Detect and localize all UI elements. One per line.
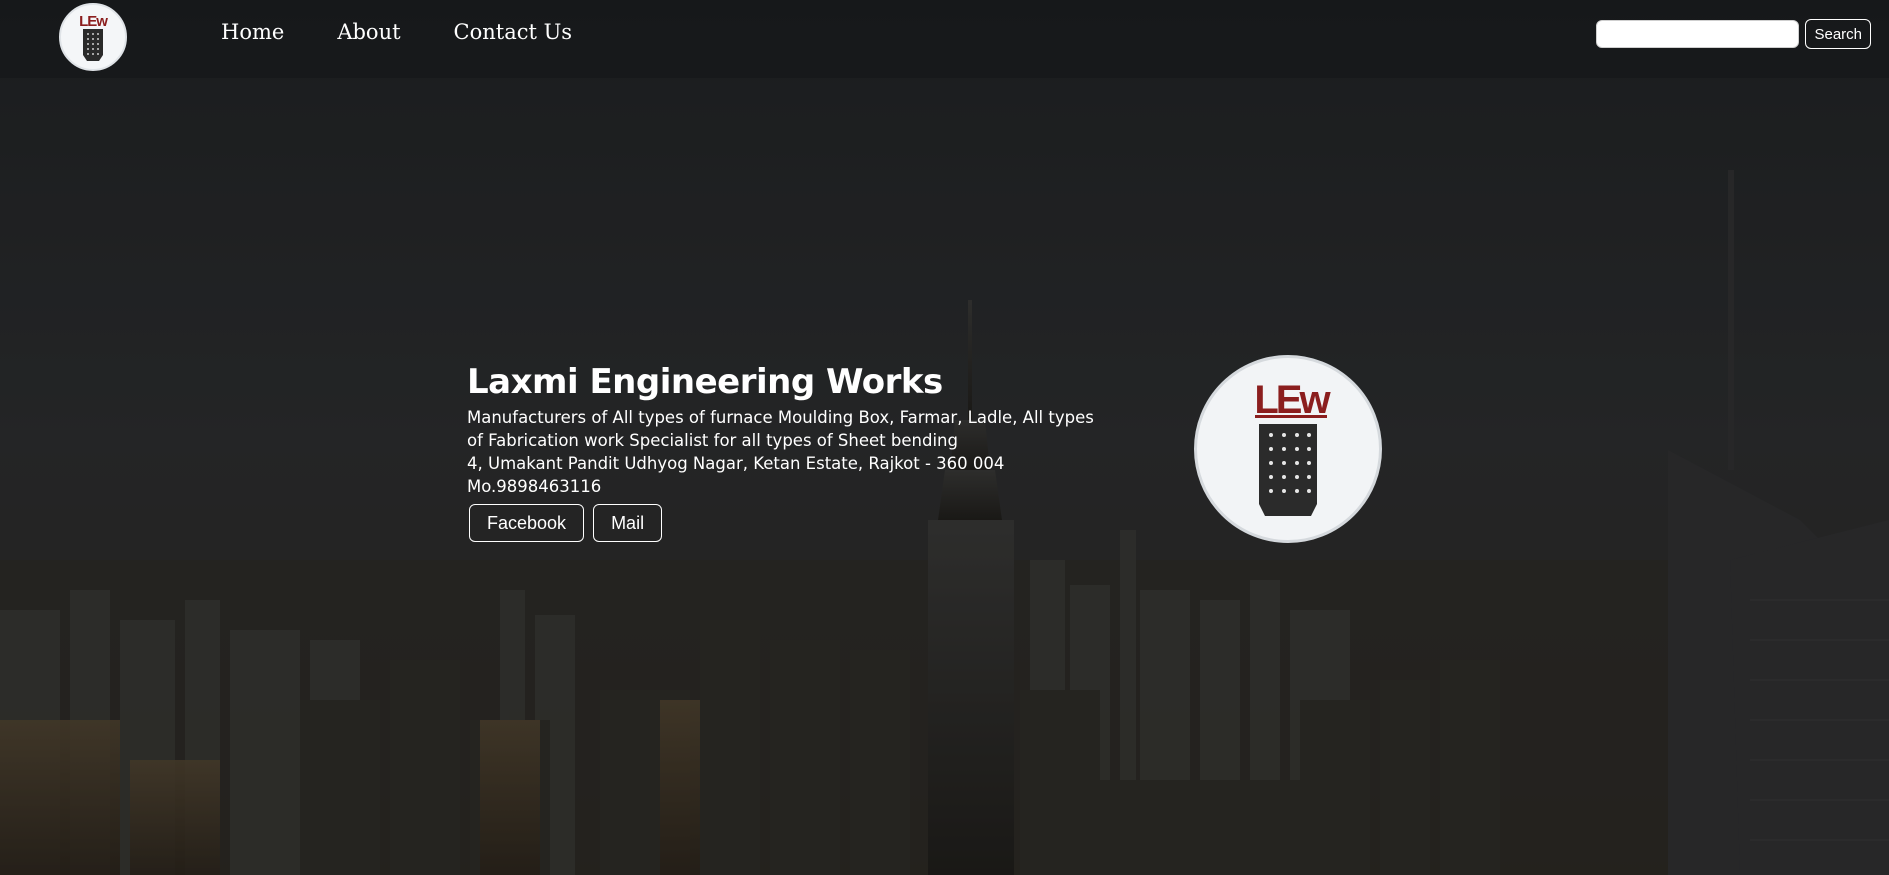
nav-link-contact-us[interactable]: Contact Us <box>454 20 573 44</box>
search-form: Search <box>1596 19 1871 49</box>
nav-link-home[interactable]: Home <box>221 20 284 44</box>
svg-text:LEw: LEw <box>79 13 108 30</box>
page: LEw Home About Contact Us Search Laxmi E… <box>0 0 1889 875</box>
social-buttons: Facebook Mail <box>467 504 1107 542</box>
company-description: Manufacturers of All types of furnace Mo… <box>467 408 1094 450</box>
nav-link-about[interactable]: About <box>337 20 400 44</box>
hero-section: Laxmi Engineering Works Manufacturers of… <box>467 358 1107 542</box>
navbar: LEw Home About Contact Us Search <box>0 0 1889 78</box>
hero-logo: LEw <box>1194 355 1382 543</box>
company-phone: Mo.9898463116 <box>467 477 602 496</box>
mail-button[interactable]: Mail <box>593 504 663 542</box>
lew-logo-icon: LEw <box>1254 378 1334 516</box>
company-address: 4, Umakant Pandit Udhyog Nagar, Ketan Es… <box>467 454 1005 473</box>
search-input[interactable] <box>1596 20 1800 48</box>
facebook-button[interactable]: Facebook <box>469 504 585 542</box>
lew-logo-icon: LEw <box>79 13 109 61</box>
search-button[interactable]: Search <box>1805 19 1871 49</box>
company-title: Laxmi Engineering Works <box>467 362 943 402</box>
nav-links: Home About Contact Us <box>221 20 572 44</box>
nav-logo[interactable]: LEw <box>59 3 127 71</box>
